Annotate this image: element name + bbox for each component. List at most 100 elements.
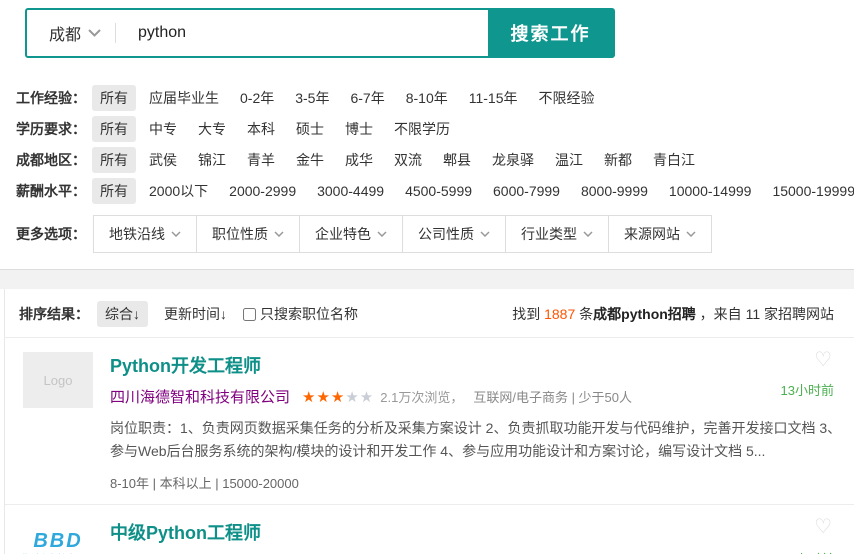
filter-option[interactable]: 所有 (92, 178, 136, 204)
filter-option[interactable]: 3-5年 (287, 85, 337, 111)
stars-filled: ★★★ (302, 389, 345, 406)
chevron-down-icon (480, 231, 490, 237)
filter-option[interactable]: 所有 (92, 85, 136, 111)
dropdown-subway-line[interactable]: 地铁沿线 (93, 215, 197, 253)
job-title-link[interactable]: Python开发工程师 (110, 352, 261, 378)
title-only-checkbox[interactable] (243, 308, 256, 321)
dropdown-source-site[interactable]: 来源网站 (608, 215, 712, 253)
job-requirement-tags: 8-10年 | 本科以上 | 15000-20000 (110, 473, 744, 492)
filter-option[interactable]: 双流 (386, 147, 430, 173)
favorite-heart-icon[interactable]: ♡ (814, 517, 832, 537)
dropdown-job-nature[interactable]: 职位性质 (196, 215, 300, 253)
job-search-page: 成都 搜索工作 工作经验： 所有 应届毕业生 0-2年 3-5年 6-7年 8-… (0, 0, 854, 554)
filter-option[interactable]: 硕士 (288, 116, 332, 142)
job-card: BBD the data behind decision 中级Python工程师… (5, 505, 854, 554)
dropdown-industry[interactable]: 行业类型 (505, 215, 609, 253)
filter-option[interactable]: 不限经验 (531, 85, 603, 111)
job-title-link[interactable]: 中级Python工程师 (110, 519, 261, 545)
filter-option[interactable]: 15000-19999 (764, 180, 854, 202)
dropdown-label: 来源网站 (624, 224, 680, 244)
logo-text: BBD (33, 530, 82, 553)
job-description: 岗位职责：1、负责网页数据采集任务的分析及采集方案设计 2、负责抓取功能开发与代… (110, 417, 846, 463)
filter-option[interactable]: 大专 (190, 116, 234, 142)
company-logo[interactable]: Logo (23, 352, 93, 408)
job-body: Python开发工程师 四川海德智和科技有限公司 ★★★★★ 2.1万次浏览， … (110, 352, 744, 492)
filter-option[interactable]: 11-15年 (461, 85, 526, 111)
posted-time: 13小时前 (781, 549, 834, 554)
sort-option-comprehensive[interactable]: 综合↓ (97, 301, 148, 327)
filter-option[interactable]: 10000-14999 (661, 180, 760, 202)
title-only-filter[interactable]: 只搜索职位名称 (243, 304, 358, 324)
sort-row: 排序结果： 综合↓ 更新时间↓ 只搜索职位名称 找到 1887 条成都pytho… (5, 289, 854, 337)
section-divider-band (0, 269, 854, 289)
filter-option[interactable]: 本科 (239, 116, 283, 142)
filter-label: 薪酬水平： (16, 181, 86, 201)
filter-option[interactable]: 武侯 (141, 147, 185, 173)
filter-option[interactable]: 应届毕业生 (141, 85, 227, 111)
dropdown-label: 地铁沿线 (109, 224, 165, 244)
filter-option[interactable]: 2000以下 (141, 178, 216, 204)
summary-middle: 条 (575, 306, 593, 322)
result-summary: 找到 1887 条成都python招聘 ，来自 11 家招聘网站 (512, 304, 834, 324)
filter-option[interactable]: 青白江 (645, 147, 703, 173)
filter-option[interactable]: 不限学历 (386, 116, 458, 142)
summary-suffix: ，来自 11 家招聘网站 (696, 306, 834, 322)
filter-option[interactable]: 青羊 (239, 147, 283, 173)
filter-option[interactable]: 郫县 (435, 147, 479, 173)
filter-option[interactable]: 龙泉驿 (484, 147, 542, 173)
filter-option[interactable]: 8000-9999 (573, 180, 656, 202)
job-card: Logo Python开发工程师 四川海德智和科技有限公司 ★★★★★ 2.1万… (5, 338, 854, 504)
results-panel: 排序结果： 综合↓ 更新时间↓ 只搜索职位名称 找到 1887 条成都pytho… (4, 289, 854, 554)
filter-option[interactable]: 中专 (141, 116, 185, 142)
filters-panel: 工作经验： 所有 应届毕业生 0-2年 3-5年 6-7年 8-10年 11-1… (0, 58, 854, 252)
sort-option-update-time[interactable]: 更新时间↓ (156, 301, 235, 327)
dropdown-label: 行业类型 (521, 224, 577, 244)
filter-option[interactable]: 6-7年 (342, 85, 392, 111)
result-count: 1887 (544, 306, 575, 322)
dropdown-label: 公司性质 (418, 224, 474, 244)
filter-option[interactable]: 所有 (92, 147, 136, 173)
filter-option[interactable]: 6000-7999 (485, 180, 568, 202)
dropdown-company-type[interactable]: 公司性质 (402, 215, 506, 253)
company-link[interactable]: 四川海德智和科技有限公司 (110, 386, 290, 407)
filter-option[interactable]: 4500-5999 (397, 180, 480, 202)
filter-option[interactable]: 温江 (547, 147, 591, 173)
filter-label: 更多选项： (16, 224, 86, 244)
filter-option[interactable]: 3000-4499 (309, 180, 392, 202)
filter-option[interactable]: 成华 (337, 147, 381, 173)
dropdown-label: 企业特色 (315, 224, 371, 244)
stars-empty: ★★ (345, 389, 374, 406)
chevron-down-icon (377, 231, 387, 237)
search-jobs-button[interactable]: 搜索工作 (488, 10, 613, 56)
filter-option[interactable]: 2000-2999 (221, 180, 304, 202)
rating-stars-icon: ★★★★★ (302, 388, 374, 406)
job-body: 中级Python工程师 成都数联铭品科技有限公司 ★★★★★ 1.8万次浏览， … (110, 519, 744, 554)
chevron-down-icon (274, 231, 284, 237)
company-logo[interactable]: BBD the data behind decision (23, 519, 93, 554)
title-only-label: 只搜索职位名称 (260, 304, 358, 324)
chevron-down-icon (171, 231, 181, 237)
city-select[interactable]: 成都 (27, 10, 115, 56)
filter-option[interactable]: 8-10年 (398, 85, 456, 111)
company-row: 四川海德智和科技有限公司 ★★★★★ 2.1万次浏览， 互联网/电子商务 | 少… (110, 386, 744, 407)
chevron-down-icon (583, 231, 593, 237)
view-count: 2.1万次浏览， (380, 387, 463, 406)
filter-option[interactable]: 0-2年 (232, 85, 282, 111)
favorite-heart-icon[interactable]: ♡ (814, 350, 832, 370)
filter-option[interactable]: 锦江 (190, 147, 234, 173)
filter-row-experience: 工作经验： 所有 应届毕业生 0-2年 3-5年 6-7年 8-10年 11-1… (16, 82, 854, 113)
search-input[interactable] (116, 10, 488, 56)
chevron-down-icon (686, 231, 696, 237)
logo-placeholder-text: Logo (44, 373, 73, 388)
posted-time: 13小时前 (781, 380, 834, 399)
filter-option[interactable]: 所有 (92, 116, 136, 142)
filter-option[interactable]: 金牛 (288, 147, 332, 173)
dropdown-company-feature[interactable]: 企业特色 (299, 215, 403, 253)
filter-option[interactable]: 博士 (337, 116, 381, 142)
city-select-label: 成都 (49, 21, 81, 45)
search-bar: 成都 搜索工作 (25, 8, 615, 58)
filter-option[interactable]: 新都 (596, 147, 640, 173)
filter-row-education: 学历要求： 所有 中专 大专 本科 硕士 博士 不限学历 (16, 113, 854, 144)
dropdown-label: 职位性质 (212, 224, 268, 244)
filter-row-district: 成都地区： 所有 武侯 锦江 青羊 金牛 成华 双流 郫县 龙泉驿 温江 新都 … (16, 144, 854, 175)
